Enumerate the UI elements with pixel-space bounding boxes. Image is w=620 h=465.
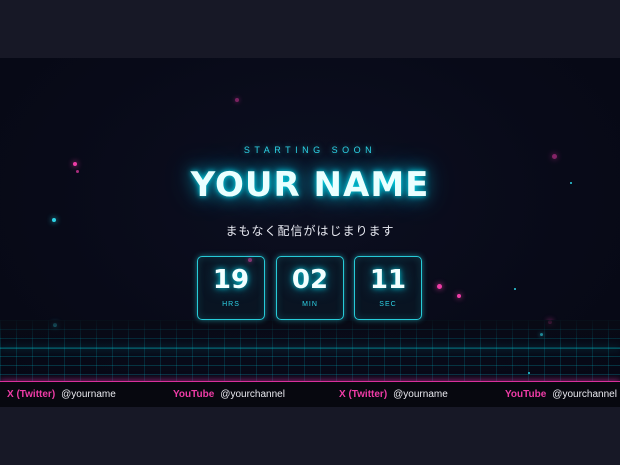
starting-subtitle: まもなく配信がはじまります (225, 224, 395, 238)
social-ticker-bar: X (Twitter) @yourname YouTube @yourchannel… (0, 381, 620, 408)
ticker-item: YouTube @yourchannel (173, 389, 285, 400)
countdown-hours-value: 19 (212, 265, 250, 295)
countdown-minutes-box: 02 MIN (276, 256, 344, 320)
ticker-item: X (Twitter) @yourname (339, 389, 448, 400)
streamer-name-title: YOUR NAME (190, 165, 430, 205)
ticker-item: YouTube @yourchannel (505, 389, 617, 400)
ticker-handle: @yourname (393, 389, 448, 400)
grid-horizon-line (0, 348, 620, 349)
countdown-seconds-box: 11 SEC (354, 256, 422, 320)
ticker-platform-label: X (Twitter) (339, 389, 388, 400)
countdown-seconds-value: 11 (369, 265, 407, 295)
countdown-timer: 19 HRS 02 MIN 11 SEC (197, 256, 423, 320)
ticker-platform-label: X (Twitter) (7, 389, 56, 400)
particle-dot (437, 284, 442, 289)
perspective-grid-floor (0, 320, 620, 382)
countdown-hours-box: 19 HRS (197, 256, 265, 320)
countdown-seconds-label: SEC (379, 301, 397, 308)
particle-dot (457, 294, 461, 298)
ticker-platform-label: YouTube (173, 389, 215, 400)
countdown-minutes-value: 02 (291, 265, 329, 295)
ticker-handle: @yourchannel (552, 389, 617, 400)
page-margin-top (0, 0, 620, 58)
particle-dot (235, 98, 239, 102)
stream-overlay: STARTING SOON YOUR NAME まもなく配信がはじまります 19… (0, 58, 620, 407)
starting-soon-kicker: STARTING SOON (243, 145, 377, 155)
countdown-minutes-label: MIN (302, 301, 318, 308)
particle-dot (514, 288, 516, 290)
ticker-item: X (Twitter) @yourname (7, 389, 116, 400)
countdown-hours-label: HRS (222, 301, 240, 308)
ticker-platform-label: YouTube (505, 389, 547, 400)
ticker-handle: @yourname (61, 389, 116, 400)
ticker-handle: @yourchannel (220, 389, 285, 400)
page-margin-bottom (0, 407, 620, 465)
